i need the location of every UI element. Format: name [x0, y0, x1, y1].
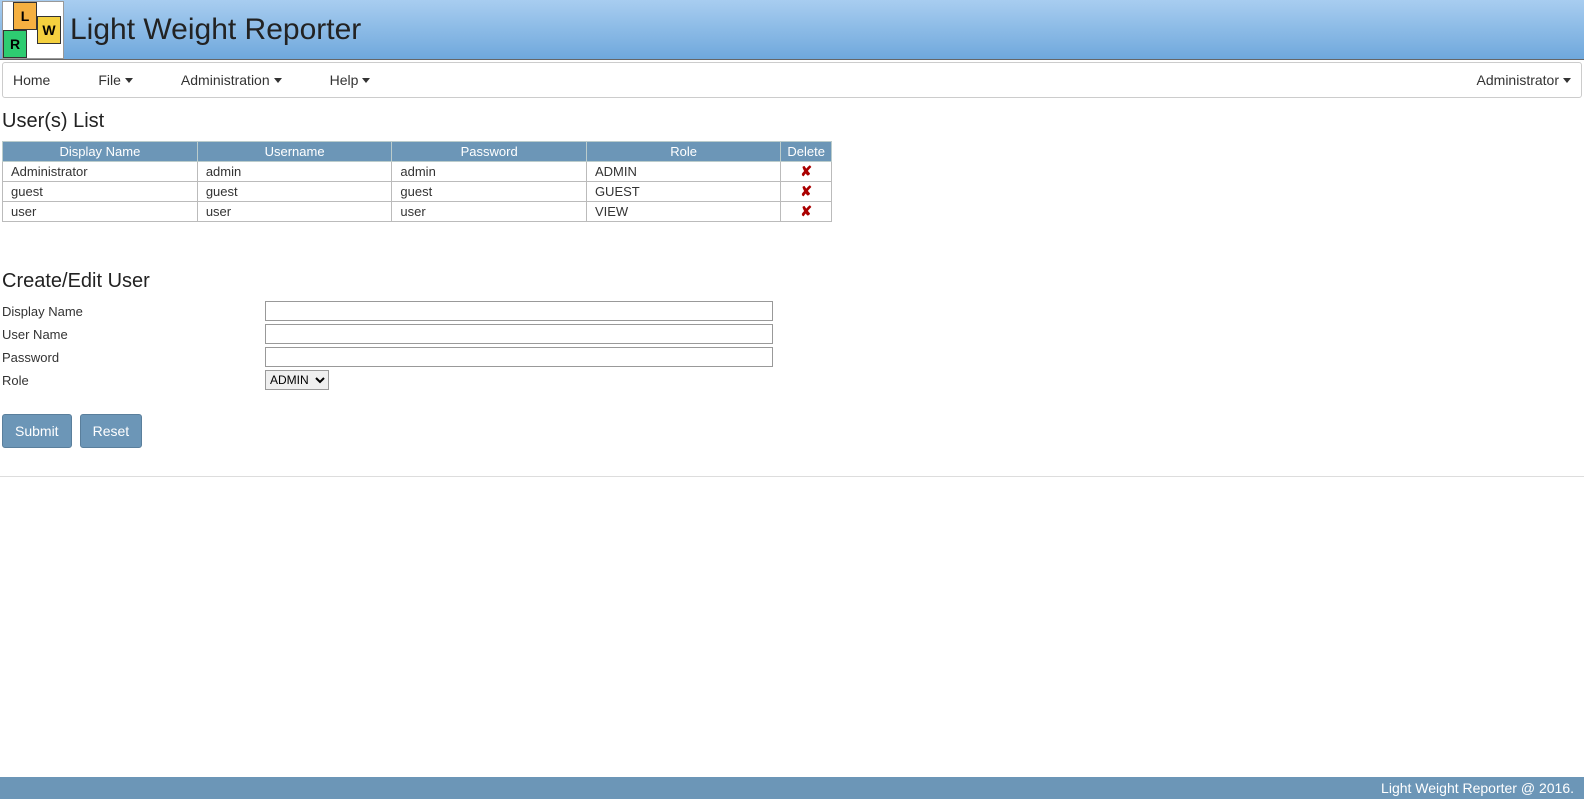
nav-file-label: File	[98, 72, 121, 88]
chevron-down-icon	[274, 78, 282, 83]
table-cell: ADMIN	[586, 162, 780, 182]
users-table: Display Name Username Password Role Dele…	[2, 141, 832, 222]
divider	[0, 476, 1584, 477]
form-title: Create/Edit User	[2, 270, 1584, 293]
logo-letter-l: L	[13, 2, 37, 30]
select-role[interactable]: ADMIN	[265, 370, 329, 390]
col-username: Username	[197, 142, 392, 162]
table-cell: guest	[3, 182, 198, 202]
app-title: Light Weight Reporter	[70, 13, 361, 47]
label-password: Password	[0, 350, 265, 365]
input-display-name[interactable]	[265, 301, 773, 321]
content: User(s) List Display Name Username Passw…	[0, 98, 1584, 477]
table-cell: user	[3, 202, 198, 222]
table-row: useruseruserVIEW✘	[3, 202, 832, 222]
nav-administration[interactable]: Administration	[181, 72, 282, 88]
input-user-name[interactable]	[265, 324, 773, 344]
table-cell: admin	[197, 162, 392, 182]
col-display-name: Display Name	[3, 142, 198, 162]
input-password[interactable]	[265, 347, 773, 367]
app-logo: L R W	[2, 1, 64, 59]
form-section: Create/Edit User Display Name User Name …	[0, 270, 1584, 448]
table-cell: user	[197, 202, 392, 222]
table-cell: user	[392, 202, 587, 222]
delete-cell: ✘	[781, 182, 832, 202]
col-role: Role	[586, 142, 780, 162]
nav-administration-label: Administration	[181, 72, 270, 88]
delete-icon[interactable]: ✘	[800, 183, 812, 199]
table-row: AdministratoradminadminADMIN✘	[3, 162, 832, 182]
header-bar: L R W Light Weight Reporter	[0, 0, 1584, 60]
table-cell: guest	[392, 182, 587, 202]
delete-icon[interactable]: ✘	[800, 163, 812, 179]
logo-letter-w: W	[37, 16, 61, 44]
chevron-down-icon	[1563, 78, 1571, 83]
nav-home[interactable]: Home	[13, 72, 50, 88]
navbar: Home File Administration Help Administra…	[2, 62, 1582, 98]
nav-help[interactable]: Help	[330, 72, 371, 88]
nav-user-menu[interactable]: Administrator	[1477, 72, 1571, 88]
table-cell: VIEW	[586, 202, 780, 222]
table-cell: admin	[392, 162, 587, 182]
label-display-name: Display Name	[0, 304, 265, 319]
nav-file[interactable]: File	[98, 72, 133, 88]
delete-cell: ✘	[781, 202, 832, 222]
nav-left: Home File Administration Help	[13, 72, 370, 88]
label-role: Role	[0, 373, 265, 388]
footer: Light Weight Reporter @ 2016.	[0, 777, 1584, 799]
table-cell: GUEST	[586, 182, 780, 202]
col-delete: Delete	[781, 142, 832, 162]
table-cell: Administrator	[3, 162, 198, 182]
logo-letter-r: R	[3, 30, 27, 58]
nav-user-label: Administrator	[1477, 72, 1559, 88]
users-list-title: User(s) List	[2, 110, 1584, 133]
col-password: Password	[392, 142, 587, 162]
table-cell: guest	[197, 182, 392, 202]
reset-button[interactable]: Reset	[80, 414, 143, 448]
nav-home-label: Home	[13, 72, 50, 88]
label-user-name: User Name	[0, 327, 265, 342]
delete-cell: ✘	[781, 162, 832, 182]
table-row: guestguestguestGUEST✘	[3, 182, 832, 202]
footer-text: Light Weight Reporter @ 2016.	[1381, 780, 1574, 796]
submit-button[interactable]: Submit	[2, 414, 72, 448]
chevron-down-icon	[362, 78, 370, 83]
delete-icon[interactable]: ✘	[800, 203, 812, 219]
nav-help-label: Help	[330, 72, 359, 88]
chevron-down-icon	[125, 78, 133, 83]
